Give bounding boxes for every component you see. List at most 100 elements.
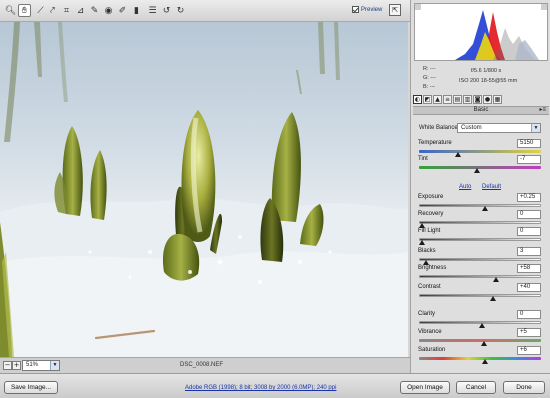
- brightness-value-field[interactable]: +58: [517, 264, 541, 273]
- photo-snow-sprouts: [0, 22, 408, 357]
- fill-light-slider-track[interactable]: [419, 238, 541, 241]
- exposure-slider-thumb[interactable]: [482, 206, 489, 211]
- fill-light-slider-thumb[interactable]: [419, 240, 425, 245]
- tab-snapshots-icon[interactable]: ▦: [493, 95, 502, 104]
- blacks-slider-track[interactable]: [419, 258, 541, 261]
- blacks-value-field[interactable]: 3: [517, 247, 541, 256]
- tab-presets-icon[interactable]: ●: [483, 95, 492, 104]
- exposure-label: Exposure: [418, 194, 444, 200]
- g-value: ---: [430, 75, 436, 81]
- red-eye-tool-icon[interactable]: ◉: [102, 4, 115, 17]
- preview-status-bar: − + 51% ▼ DSC_0008.NEF: [0, 357, 410, 373]
- contrast-label: Contrast: [418, 284, 441, 290]
- white-balance-label: White Balance:: [419, 125, 460, 131]
- clarity-slider-thumb[interactable]: [478, 323, 485, 328]
- tab-tone-curve-icon[interactable]: ◩: [423, 95, 432, 104]
- tab-hsl-icon[interactable]: ≡: [443, 95, 452, 104]
- adjustment-brush-icon[interactable]: ✐: [116, 4, 129, 17]
- vibrance-value-field[interactable]: +5: [517, 328, 541, 337]
- zoom-level-select[interactable]: 51% ▼: [22, 360, 60, 371]
- temperature-slider-thumb[interactable]: [454, 152, 461, 157]
- tab-lens-corrections-icon[interactable]: ▥: [463, 95, 472, 104]
- workflow-options-link[interactable]: Adobe RGB (1998); 8 bit; 3008 by 2000 (6…: [185, 385, 336, 391]
- preview-toggle[interactable]: Preview: [352, 6, 382, 13]
- brightness-slider-track[interactable]: [419, 275, 541, 278]
- tab-split-toning-icon[interactable]: ▤: [453, 95, 462, 104]
- chevron-down-icon: ▼: [50, 361, 59, 370]
- temperature-value-field[interactable]: 5150: [517, 139, 541, 148]
- filename-label: DSC_0008.NEF: [180, 362, 224, 368]
- open-image-button[interactable]: Open Image: [400, 381, 450, 394]
- fill-light-label: Fill Light: [418, 228, 441, 234]
- iso-lens: ISO 200 18-55@55 mm: [459, 78, 518, 84]
- tab-camera-calibration-icon[interactable]: ◙: [473, 95, 482, 104]
- temperature-slider-track[interactable]: [419, 150, 541, 153]
- b-value: ---: [429, 84, 436, 90]
- saturation-value-field[interactable]: +6: [517, 346, 541, 355]
- auto-link[interactable]: Auto: [459, 184, 471, 190]
- tint-slider-thumb[interactable]: [473, 168, 480, 173]
- rotate-right-icon[interactable]: ↻: [174, 4, 187, 17]
- cancel-button[interactable]: Cancel: [456, 381, 496, 394]
- zoom-in-button[interactable]: +: [12, 361, 21, 370]
- saturation-slider-track[interactable]: [419, 357, 541, 360]
- clarity-label: Clarity: [418, 311, 436, 317]
- temperature-label: Temperature: [418, 140, 452, 146]
- section-header-basic: Basic ▸≡: [413, 106, 549, 115]
- save-image-button[interactable]: Save Image...: [4, 381, 58, 394]
- fill-light-value-field[interactable]: 0: [517, 227, 541, 236]
- default-link[interactable]: Default: [482, 184, 501, 190]
- zoom-level-value: 51%: [26, 362, 39, 368]
- saturation-label: Saturation: [418, 347, 446, 353]
- done-button[interactable]: Done: [503, 381, 545, 394]
- panel-tabs: ◐ ◩ ▲ ≡ ▤ ▥ ◙ ● ▦: [413, 95, 549, 105]
- white-balance-select[interactable]: Custom ▼: [457, 123, 541, 133]
- hand-tool-icon[interactable]: ✋︎: [18, 4, 31, 17]
- graduated-filter-icon[interactable]: ▮: [130, 4, 143, 17]
- retouch-tool-icon[interactable]: ✎: [88, 4, 101, 17]
- contrast-value-field[interactable]: +40: [517, 283, 541, 292]
- straighten-tool-icon[interactable]: ⊿: [74, 4, 87, 17]
- color-sampler-tool-icon[interactable]: ⤤: [46, 4, 59, 17]
- vibrance-slider-thumb[interactable]: [480, 341, 487, 346]
- exposure-slider-track[interactable]: [419, 204, 541, 207]
- chevron-down-icon: ▼: [531, 124, 540, 132]
- crop-tool-icon[interactable]: ⌗: [60, 4, 73, 17]
- vibrance-label: Vibrance: [418, 329, 442, 335]
- preview-checkbox[interactable]: [352, 6, 359, 13]
- saturation-slider-thumb[interactable]: [482, 359, 489, 364]
- histogram-readout: R: --- G: --- B: --- f/5.6 1/800 s ISO 2…: [415, 64, 547, 94]
- zoom-tool-icon[interactable]: 🔍︎: [4, 4, 17, 17]
- brightness-slider-thumb[interactable]: [492, 277, 499, 282]
- recovery-label: Recovery: [418, 211, 444, 217]
- exposure-value-field[interactable]: +0.25: [517, 193, 541, 202]
- aperture-shutter: f/5.6 1/800 s: [471, 68, 502, 74]
- white-balance-value: Custom: [461, 125, 482, 131]
- contrast-slider-track[interactable]: [419, 294, 541, 297]
- panel-menu-icon[interactable]: ▸≡: [539, 107, 546, 114]
- recovery-slider-track[interactable]: [419, 221, 541, 224]
- preview-label: Preview: [361, 6, 383, 13]
- image-preview[interactable]: [0, 22, 408, 357]
- preferences-icon[interactable]: ☰: [146, 4, 159, 17]
- histogram-graph: [415, 4, 547, 60]
- r-value: ---: [430, 66, 436, 72]
- fullscreen-toggle-icon[interactable]: ⇱: [389, 4, 401, 16]
- tint-value-field[interactable]: -7: [517, 155, 541, 164]
- tint-slider-track[interactable]: [419, 166, 541, 169]
- brightness-label: Brightness: [418, 265, 447, 271]
- blacks-label: Blacks: [418, 248, 436, 254]
- section-title: Basic: [473, 107, 489, 113]
- tab-detail-icon[interactable]: ▲: [433, 95, 442, 104]
- recovery-value-field[interactable]: 0: [517, 210, 541, 219]
- contrast-slider-thumb[interactable]: [490, 296, 497, 301]
- rotate-left-icon[interactable]: ↺: [160, 4, 173, 17]
- histogram: [414, 3, 548, 61]
- clarity-value-field[interactable]: 0: [517, 310, 541, 319]
- bottom-bar: Save Image... Adobe RGB (1998); 8 bit; 3…: [0, 373, 550, 398]
- zoom-out-button[interactable]: −: [3, 361, 12, 370]
- tab-basic-icon[interactable]: ◐: [413, 95, 422, 104]
- g-label: G:: [423, 75, 429, 81]
- b-label: B:: [423, 84, 429, 90]
- r-label: R:: [423, 66, 429, 72]
